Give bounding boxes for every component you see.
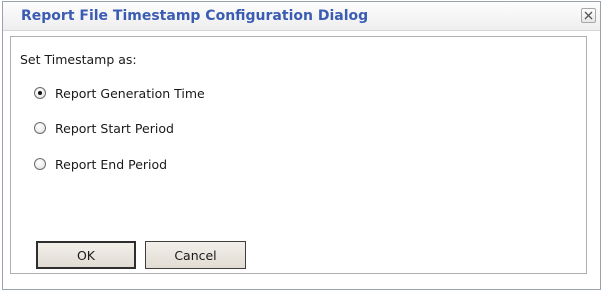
radio-button[interactable] [34, 122, 46, 134]
radio-button[interactable] [34, 87, 46, 99]
close-button[interactable] [581, 8, 596, 23]
ok-button[interactable]: OK [36, 241, 136, 269]
radio-label: Report Generation Time [55, 85, 205, 101]
radio-report-start-period[interactable]: Report Start Period [34, 119, 174, 137]
dialog-title: Report File Timestamp Configuration Dial… [21, 8, 369, 24]
radio-report-generation-time[interactable]: Report Generation Time [34, 84, 205, 102]
dialog-titlebar[interactable]: Report File Timestamp Configuration Dial… [3, 2, 600, 31]
radio-button[interactable] [34, 158, 46, 170]
timestamp-group-label: Set Timestamp as: [20, 52, 137, 67]
radio-label: Report End Period [55, 156, 168, 172]
radio-label: Report Start Period [55, 120, 174, 136]
cancel-button[interactable]: Cancel [145, 241, 246, 269]
radio-report-end-period[interactable]: Report End Period [34, 155, 167, 173]
close-x-icon [584, 11, 593, 20]
